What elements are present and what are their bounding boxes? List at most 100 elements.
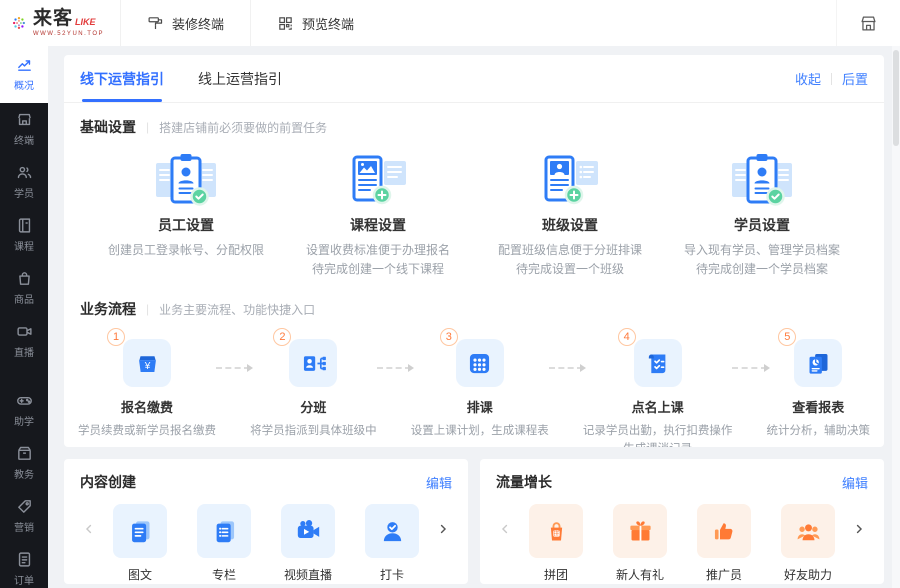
sidebar-item-academic[interactable]: 教务	[0, 437, 48, 490]
card-title: 课程设置	[350, 217, 406, 233]
carousel-next-button[interactable]	[434, 522, 452, 536]
tab-actions: 收起 后置	[795, 69, 868, 88]
shopping-bag-icon	[18, 272, 30, 285]
item-label: 专栏	[211, 568, 236, 582]
decorate-terminal-label: 装修终端	[172, 16, 225, 32]
item-newcomer-gift[interactable]: 新人有礼	[613, 504, 667, 583]
step-roll-call[interactable]: 4 点名上课 记录学员出勤，执行扣费操作 生成课消记录	[582, 328, 733, 447]
content-creation-panel: 内容创建 编辑 图文 专栏 视频直播 打卡	[64, 459, 468, 584]
item-article[interactable]: 图文	[113, 504, 167, 583]
preview-terminal-button[interactable]: 预览终端	[250, 0, 380, 46]
video-live-icon	[281, 504, 335, 558]
sidebar-item-orders[interactable]: 订单	[0, 543, 48, 588]
chevron-left-icon	[85, 524, 92, 534]
people-icon	[17, 166, 31, 179]
step-number: 4	[617, 328, 636, 346]
step-desc-line1: 学员续费或新学员报名缴费	[78, 425, 216, 437]
logo[interactable]: 来客 LIKE WWW.52YUN.TOP	[0, 8, 120, 38]
step-class-assignment[interactable]: 2 分班 将学员指派到具体班级中	[250, 328, 377, 440]
item-label: 新人有礼	[615, 568, 664, 582]
operation-guide-card: 线下运营指引 线上运营指引 收起 后置 基础设置 | 搭建店铺前必须要做的前置任…	[64, 55, 884, 447]
paint-roller-icon	[148, 16, 163, 29]
step-desc-line1: 设置上课计划，生成课程表	[410, 425, 549, 437]
sidebar-item-label: 营销	[14, 523, 34, 534]
video-camera-icon	[16, 327, 32, 336]
chevron-right-icon	[856, 524, 863, 534]
price-tag-icon	[17, 500, 31, 513]
item-promoter[interactable]: 推广员	[697, 504, 751, 583]
sidebar-item-label: 助学	[14, 417, 34, 428]
step-enrollment-payment[interactable]: 1 ¥ 报名缴费 学员续费或新学员报名缴费	[78, 328, 216, 440]
basic-settings-header: 基础设置 | 搭建店铺前必须要做的前置任务	[64, 103, 884, 137]
sidebar-item-terminal[interactable]: 终端	[0, 103, 48, 156]
step-number: 1	[107, 328, 125, 346]
carousel-prev-button[interactable]	[80, 522, 98, 536]
carousel-prev-button[interactable]	[496, 522, 514, 536]
card-class-setup[interactable]: 班级设置 配置班级信息便于分班排课 待完成设置一个班级	[474, 151, 666, 279]
trend-chart-icon	[17, 60, 31, 71]
sidebar-item-study-aid[interactable]: 助学	[0, 384, 48, 437]
step-desc-line1: 记录学员出勤，执行扣费操作	[582, 425, 733, 437]
edit-link[interactable]: 编辑	[426, 473, 452, 492]
item-check-in[interactable]: 打卡	[365, 504, 419, 583]
card-student-setup[interactable]: 学员设置 导入现有学员、管理学员档案 待完成创建一个学员档案	[666, 151, 858, 279]
item-group-buy[interactable]: 拼 拼团	[529, 504, 583, 583]
tab-offline-guide[interactable]: 线下运营指引	[80, 55, 164, 102]
store-icon	[17, 113, 31, 126]
card-desc-line2: 待完成设置一个班级	[515, 262, 624, 276]
page-scrollbar[interactable]	[892, 46, 900, 588]
sidebar-item-marketing[interactable]: 营销	[0, 490, 48, 543]
collapse-link[interactable]: 收起	[795, 69, 821, 88]
item-friend-boost[interactable]: 好友助力	[781, 504, 835, 583]
edit-link[interactable]: 编辑	[842, 473, 868, 492]
item-video-live[interactable]: 视频直播	[281, 504, 335, 583]
tab-online-guide[interactable]: 线上运营指引	[198, 55, 282, 102]
column-icon	[197, 504, 251, 558]
check-in-icon	[365, 504, 419, 558]
student-clipboard-icon	[732, 154, 792, 206]
panel-header: 流量增长 编辑	[496, 472, 868, 492]
decorate-terminal-button[interactable]: 装修终端	[120, 0, 250, 46]
sidebar: 概况 终端 学员 课程 商品 直播 助学 教务 营销 订单	[0, 46, 48, 588]
topbar: 来客 LIKE WWW.52YUN.TOP 装修终端 预览终端	[0, 0, 900, 46]
step-scheduling[interactable]: 3 排课 设置上课计划，生成课程表	[410, 328, 549, 440]
step-title: 排课	[466, 400, 493, 415]
flow-arrow	[376, 364, 414, 372]
sidebar-item-goods[interactable]: 商品	[0, 262, 48, 315]
section-title: 基础设置	[80, 119, 136, 135]
item-column[interactable]: 专栏	[197, 504, 251, 583]
business-flow-header: 业务流程 | 业务主要流程、功能快捷入口	[64, 285, 884, 319]
sidebar-item-live[interactable]: 直播	[0, 315, 48, 368]
item-label: 视频直播	[283, 568, 332, 582]
item-label: 拼团	[543, 568, 568, 582]
step-desc-line1: 统计分析，辅助决策	[766, 425, 871, 437]
scrollbar-thumb[interactable]	[893, 50, 899, 146]
section-title: 业务流程	[80, 301, 136, 317]
storefront-icon[interactable]	[859, 14, 878, 33]
book-icon	[18, 218, 30, 233]
carousel-next-button[interactable]	[850, 522, 868, 536]
tabs-row: 线下运营指引 线上运营指引 收起 后置	[64, 55, 884, 103]
panel-items: 图文 专栏 视频直播 打卡	[98, 504, 434, 583]
item-label: 打卡	[379, 568, 404, 582]
sidebar-item-overview[interactable]: 概况	[0, 46, 48, 103]
sidebar-item-students[interactable]: 学员	[0, 156, 48, 209]
card-course-setup[interactable]: 课程设置 设置收费标准便于办理报名 待完成创建一个线下课程	[282, 151, 474, 279]
assign-class-icon	[289, 339, 338, 387]
defer-link[interactable]: 后置	[842, 69, 868, 88]
section-subtitle: 业务主要流程、功能快捷入口	[159, 302, 316, 317]
step-view-reports[interactable]: 5 查看报表 统计分析，辅助决策	[766, 328, 871, 440]
sidebar-item-courses[interactable]: 课程	[0, 209, 48, 262]
item-label: 图文	[127, 568, 152, 582]
order-document-icon	[18, 552, 30, 567]
card-staff-setup[interactable]: 员工设置 创建员工登录帐号、分配权限	[90, 151, 282, 279]
brand-logo-icon	[12, 16, 25, 30]
step-title: 分班	[300, 400, 327, 415]
business-flow-steps: 1 ¥ 报名缴费 学员续费或新学员报名缴费 2 分班 将学员指派到具体班级中 3…	[64, 319, 884, 447]
svg-text:拼: 拼	[553, 529, 559, 537]
class-document-icon	[544, 155, 598, 205]
section-subtitle: 搭建店铺前必须要做的前置任务	[159, 120, 328, 135]
card-desc-line2: 待完成创建一个线下课程	[311, 262, 444, 276]
chevron-left-icon	[501, 524, 508, 534]
svg-text:¥: ¥	[143, 361, 150, 372]
